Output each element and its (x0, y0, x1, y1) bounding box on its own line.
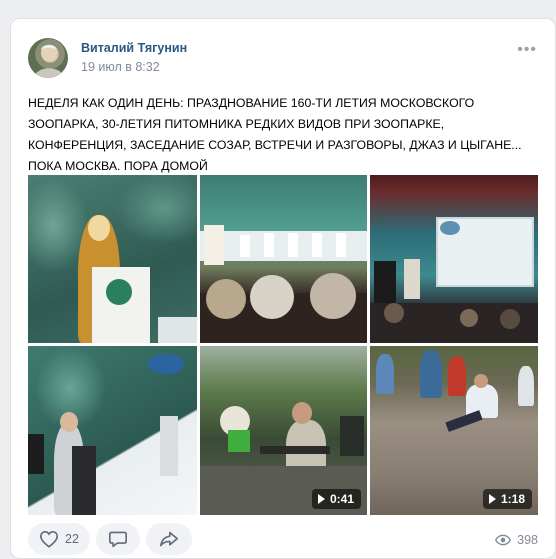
avatar[interactable] (28, 38, 68, 78)
share-icon (160, 531, 178, 547)
views-count: 398 (517, 533, 538, 547)
photo-presentation-screen[interactable] (370, 175, 538, 343)
video-dancing[interactable]: 1:18 (370, 346, 538, 515)
photo-panel-stage[interactable] (200, 175, 367, 343)
video-duration-badge: 0:41 (311, 489, 361, 509)
views-counter: 398 (495, 533, 538, 547)
video-bench[interactable]: 0:41 (200, 346, 367, 515)
post-card: Виталий Тягунин 19 июл в 8:32 ••• НЕДЕЛЯ… (10, 18, 556, 559)
like-button[interactable]: 22 (28, 523, 90, 555)
share-button[interactable] (146, 523, 192, 555)
video-duration: 1:18 (500, 492, 525, 506)
comment-button[interactable] (96, 523, 140, 555)
play-icon (488, 494, 496, 504)
photo-speaker-man[interactable] (28, 346, 197, 515)
post-actions: 22 (28, 523, 192, 555)
eye-icon (495, 534, 512, 546)
photo-speaker-woman[interactable] (28, 175, 197, 343)
more-options-icon[interactable]: ••• (517, 42, 537, 58)
play-icon (317, 494, 325, 504)
post-text: НЕДЕЛЯ КАК ОДИН ДЕНЬ: ПРАЗДНОВАНИЕ 160-Т… (28, 96, 522, 173)
photo-grid: 0:41 1:18 (28, 175, 538, 515)
author-name[interactable]: Виталий Тягунин (81, 41, 187, 55)
post-date[interactable]: 19 июл в 8:32 (81, 60, 160, 74)
heart-icon (40, 530, 59, 548)
like-count: 22 (65, 532, 79, 546)
comment-icon (109, 531, 127, 548)
video-duration: 0:41 (329, 492, 354, 506)
video-duration-badge: 1:18 (482, 489, 532, 509)
